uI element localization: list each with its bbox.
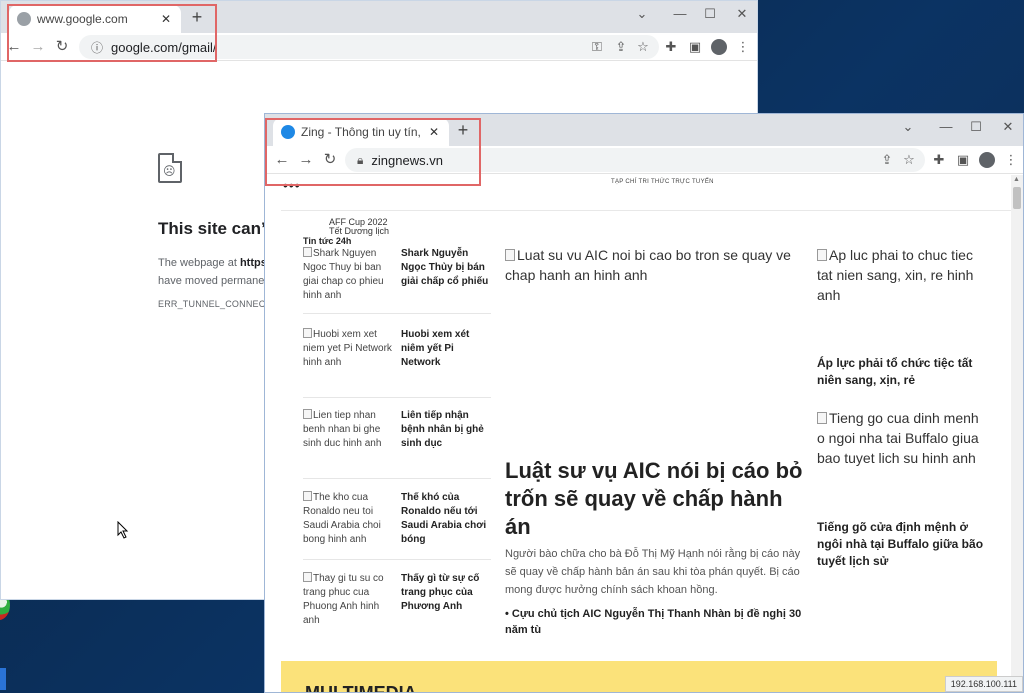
related-article-link[interactable]: • Cựu chủ tịch AIC Nguyễn Thị Thanh Nhàn… bbox=[505, 606, 805, 638]
hot-topic-link[interactable]: Tết Dương lịch bbox=[329, 227, 389, 236]
kebab-menu-icon[interactable]: ⋮ bbox=[733, 37, 753, 57]
side-image[interactable]: Tieng go cua dinh menh o ngoi nha tai Bu… bbox=[817, 408, 987, 468]
thumbnail-alt-text: Huobi xem xet niem yet Pi Network hinh a… bbox=[303, 329, 392, 368]
list-item[interactable]: Shark Nguyen Ngoc Thuy bi ban giai chap … bbox=[303, 247, 491, 307]
list-item[interactable]: The kho cua Ronaldo neu toi Saudi Arabia… bbox=[303, 491, 491, 551]
share-icon[interactable]: ⇪ bbox=[611, 37, 631, 57]
broken-image-icon bbox=[303, 572, 312, 582]
broken-image-icon bbox=[505, 249, 515, 261]
star-icon[interactable]: ☆ bbox=[633, 37, 653, 57]
error-line1-url: https bbox=[239, 257, 267, 269]
list-divider bbox=[303, 478, 491, 479]
site-slogan: TẠP CHÍ TRI THỨC TRỰC TUYẾN bbox=[611, 179, 714, 185]
tab-search-chevron-icon[interactable]: ⌄ bbox=[627, 3, 657, 25]
featured-summary: Người bào chữa cho bà Đỗ Thị Mỹ Hạnh nói… bbox=[505, 548, 801, 596]
news-thumbnail[interactable]: Shark Nguyen Ngoc Thuy bi ban giai chap … bbox=[303, 247, 395, 303]
minimize-button[interactable]: — bbox=[665, 3, 695, 25]
multimedia-label[interactable]: MULTIMEDIA bbox=[305, 683, 417, 692]
featured-image-alt-text: Luat su vu AIC noi bi cao bo tron se qua… bbox=[505, 247, 791, 283]
desktop-shortcut-icon[interactable] bbox=[0, 668, 6, 690]
list-item[interactable]: Lien tiep nhan benh nhan bi ghe sinh duc… bbox=[303, 409, 491, 469]
error-line1-prefix: The webpage at bbox=[158, 257, 240, 269]
annotation-highlight-google bbox=[7, 4, 217, 62]
thumbnail-alt-text: The kho cua Ronaldo neu toi Saudi Arabia… bbox=[303, 492, 381, 545]
thumbnail-alt-text: Thay gi tu su co trang phuc cua Phuong A… bbox=[303, 573, 384, 626]
list-divider bbox=[303, 559, 491, 560]
multimedia-section: MULTIMEDIA bbox=[281, 661, 997, 692]
tab-search-chevron-icon[interactable]: ⌄ bbox=[893, 116, 923, 138]
status-bubble: 192.168.100.111 bbox=[944, 676, 1023, 692]
news-thumbnail[interactable]: Lien tiep nhan benh nhan bi ghe sinh duc… bbox=[303, 409, 395, 451]
side-image-alt-text: Ap luc phai to chuc tiec tat nien sang, … bbox=[817, 247, 974, 303]
maximize-button[interactable]: ☐ bbox=[961, 116, 991, 138]
puzzle-icon[interactable]: ✚ bbox=[661, 37, 681, 57]
list-divider bbox=[303, 313, 491, 314]
side-panel-icon[interactable]: ▣ bbox=[685, 37, 705, 57]
header-divider bbox=[281, 210, 1011, 211]
news-thumbnail[interactable]: Huobi xem xet niem yet Pi Network hinh a… bbox=[303, 328, 395, 370]
puzzle-icon[interactable]: ✚ bbox=[929, 150, 949, 170]
mouse-cursor-icon bbox=[117, 521, 129, 539]
featured-headline-link[interactable]: Luật sư vụ AIC nói bị cáo bỏ trốn sẽ qua… bbox=[505, 457, 805, 541]
minimize-button[interactable]: — bbox=[931, 116, 961, 138]
list-item[interactable]: Huobi xem xet niem yet Pi Network hinh a… bbox=[303, 328, 491, 388]
error-title: This site can’t bbox=[158, 219, 272, 238]
featured-image[interactable]: Luat su vu AIC noi bi cao bo tron se qua… bbox=[505, 245, 805, 285]
profile-icon[interactable] bbox=[977, 150, 997, 170]
side-panel-icon[interactable]: ▣ bbox=[953, 150, 973, 170]
news-thumbnail[interactable]: The kho cua Ronaldo neu toi Saudi Arabia… bbox=[303, 491, 395, 547]
news-title-link[interactable]: Huobi xem xét niêm yết Pi Network bbox=[401, 328, 493, 370]
side-headline-link[interactable]: Áp lực phải tổ chức tiệc tất niên sang, … bbox=[817, 355, 987, 389]
broken-image-icon bbox=[817, 249, 827, 261]
browser-window-zing: Zing - Thông tin uy tín, hình ảnh ✕ + ⌄ … bbox=[264, 113, 1024, 693]
news-title-link[interactable]: Thế khó của Ronaldo nếu tới Saudi Arabia… bbox=[401, 491, 493, 547]
web-page-content: ••• TẠP CHÍ TRI THỨC TRỰC TUYẾN AFF Cup … bbox=[265, 175, 1023, 692]
side-image[interactable]: Ap luc phai to chuc tiec tat nien sang, … bbox=[817, 245, 987, 305]
news-thumbnail[interactable]: Thay gi tu su co trang phuc cua Phuong A… bbox=[303, 572, 395, 628]
profile-icon[interactable] bbox=[709, 37, 729, 57]
maximize-button[interactable]: ☐ bbox=[695, 3, 725, 25]
share-icon[interactable]: ⇪ bbox=[877, 150, 897, 170]
list-item[interactable]: Thay gi tu su co trang phuc cua Phuong A… bbox=[303, 572, 491, 632]
broken-image-icon bbox=[817, 412, 827, 424]
star-icon[interactable]: ☆ bbox=[899, 150, 919, 170]
side-image-alt-text: Tieng go cua dinh menh o ngoi nha tai Bu… bbox=[817, 410, 979, 466]
list-divider bbox=[303, 397, 491, 398]
sad-page-icon: ☹ bbox=[158, 153, 182, 183]
thumbnail-alt-text: Shark Nguyen Ngoc Thuy bi ban giai chap … bbox=[303, 248, 384, 301]
news-title-link[interactable]: Shark Nguyễn Ngọc Thủy bị bán giải chấp … bbox=[401, 247, 493, 289]
broken-image-icon bbox=[303, 409, 312, 419]
scrollbar-thumb[interactable] bbox=[1013, 187, 1021, 209]
column-title[interactable]: Tin tức 24h bbox=[303, 236, 351, 246]
broken-image-icon bbox=[303, 247, 312, 257]
error-description: The webpage at https have moved permane bbox=[158, 254, 267, 290]
broken-image-icon bbox=[303, 328, 312, 338]
key-icon[interactable]: ⚿ bbox=[587, 37, 607, 57]
error-line2: have moved permane bbox=[158, 275, 265, 287]
thumbnail-alt-text: Lien tiep nhan benh nhan bi ghe sinh duc… bbox=[303, 410, 382, 449]
news-title-link[interactable]: Thấy gì từ sự cố trang phục của Phương A… bbox=[401, 572, 493, 614]
close-window-button[interactable]: ✕ bbox=[727, 3, 757, 25]
annotation-highlight-zing bbox=[265, 118, 481, 186]
side-headline-link[interactable]: Tiếng gõ cửa định mệnh ở ngôi nhà tại Bu… bbox=[817, 519, 987, 570]
news-title-link[interactable]: Liên tiếp nhận bệnh nhân bị ghẻ sinh dục bbox=[401, 409, 493, 451]
broken-image-icon bbox=[303, 491, 312, 501]
vertical-scrollbar[interactable]: ▲ bbox=[1011, 175, 1023, 692]
kebab-menu-icon[interactable]: ⋮ bbox=[1001, 150, 1021, 170]
close-window-button[interactable]: ✕ bbox=[993, 116, 1023, 138]
scroll-up-icon[interactable]: ▲ bbox=[1013, 176, 1020, 183]
